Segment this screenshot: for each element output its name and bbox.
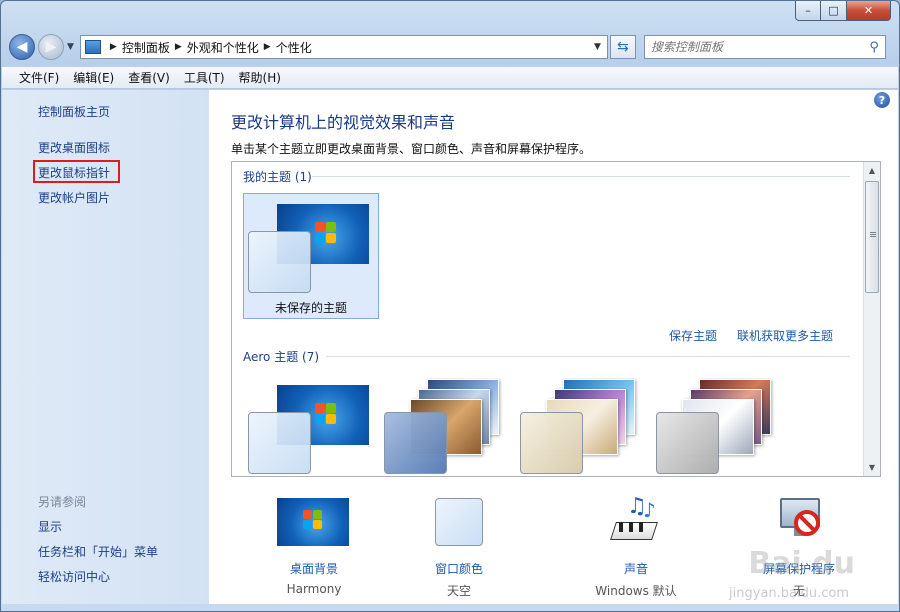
sound-icon: ♫ ♪	[609, 494, 665, 548]
sidebar-change-account-picture[interactable]: 更改帐户图片	[38, 189, 110, 206]
window-color-swatch	[248, 412, 311, 474]
refresh-button[interactable]: ⇆	[609, 35, 636, 59]
windows-logo-icon	[315, 222, 337, 244]
theme-aero-characters[interactable]	[515, 374, 641, 476]
help-icon[interactable]: ?	[874, 92, 890, 108]
unsaved-theme-label: 未保存的主题	[274, 301, 347, 315]
window-color-label[interactable]: 窗口颜色	[394, 560, 524, 577]
menu-edit[interactable]: 编辑(E)	[66, 69, 121, 86]
scroll-up-icon[interactable]: ▲	[864, 162, 880, 179]
search-box[interactable]: ⚲	[643, 35, 886, 59]
refresh-icon: ⇆	[617, 39, 629, 55]
see-also-heading: 另请参阅	[38, 495, 87, 509]
windows-logo-icon	[315, 403, 337, 425]
menu-tools[interactable]: 工具(T)	[177, 69, 232, 86]
page-title: 更改计算机上的视觉效果和声音	[231, 113, 456, 132]
sidebar-control-panel-home[interactable]: 控制面板主页	[38, 103, 110, 120]
theme-list[interactable]: 我的主题 (1) 未保存的主题 保存主题 联机获取更多主题 Aero 主题 (7…	[231, 161, 881, 477]
maximize-button[interactable]: □	[821, 1, 847, 21]
chevron-right-icon[interactable]: ▶	[110, 42, 117, 52]
page-description: 单击某个主题立即更改桌面背景、窗口颜色、声音和屏幕保护程序。	[231, 142, 592, 156]
get-more-themes-link[interactable]: 联机获取更多主题	[737, 327, 833, 344]
sidebar-taskbar-start-menu[interactable]: 任务栏和「开始」菜单	[38, 543, 158, 560]
theme-unsaved[interactable]: 未保存的主题	[243, 193, 379, 319]
close-button[interactable]: ✕	[847, 1, 891, 21]
search-icon[interactable]: ⚲	[869, 40, 879, 55]
window-color-swatch	[384, 412, 447, 474]
back-button[interactable]: ◀	[9, 34, 35, 60]
sidebar-display[interactable]: 显示	[38, 518, 62, 535]
menu-file[interactable]: 文件(F)	[12, 69, 66, 86]
window-color-swatch	[656, 412, 719, 474]
breadcrumb-control-panel[interactable]: 控制面板	[122, 39, 170, 56]
aero-themes-heading: Aero 主题 (7)	[243, 350, 320, 364]
menu-help[interactable]: 帮助(H)	[232, 69, 288, 86]
caption-buttons: – □ ✕	[795, 1, 891, 21]
address-bar[interactable]: ▶ 控制面板 ▶ 外观和个性化 ▶ 个性化 ▼	[79, 35, 608, 59]
forward-button[interactable]: ▶	[38, 34, 64, 60]
window-color-value: 天空	[446, 584, 471, 598]
desktop-background-value: Harmony	[286, 582, 342, 596]
save-theme-link[interactable]: 保存主题	[669, 327, 717, 344]
theme-aero-landscapes[interactable]	[651, 374, 777, 476]
divider	[312, 176, 850, 177]
chevron-right-icon[interactable]: ▶	[175, 42, 182, 52]
desktop-background-icon	[277, 498, 349, 546]
address-dropdown-icon[interactable]: ▼	[588, 42, 607, 52]
highlight-box	[33, 160, 120, 183]
sidebar-ease-of-access[interactable]: 轻松访问中心	[38, 568, 110, 585]
baidu-watermark-url: jingyan.baidu.com	[729, 586, 849, 601]
control-panel-icon	[84, 40, 101, 54]
divider	[326, 356, 850, 357]
window-color-icon	[435, 498, 483, 546]
window-color-swatch	[248, 231, 311, 293]
menu-view[interactable]: 查看(V)	[121, 69, 177, 86]
sound-value: Windows 默认	[595, 584, 677, 598]
scroll-down-icon[interactable]: ▼	[864, 459, 880, 476]
control-panel-window: – □ ✕ ◀ ▶ ▼ ▶ 控制面板 ▶ 外观和个性化 ▶ 个性化 ▼ ⇆ ⚲ …	[0, 0, 900, 612]
menu-bar: 文件(F) 编辑(E) 查看(V) 工具(T) 帮助(H)	[2, 67, 898, 89]
desktop-background-label[interactable]: 桌面背景	[249, 560, 379, 577]
window-color-swatch	[520, 412, 583, 474]
windows-logo-icon	[303, 510, 323, 530]
main-content: ? 更改计算机上的视觉效果和声音 单击某个主题立即更改桌面背景、窗口颜色、声音和…	[209, 90, 898, 604]
theme-list-scrollbar[interactable]: ▲ ▼	[863, 162, 880, 476]
scrollbar-thumb[interactable]	[865, 181, 879, 293]
sound-label[interactable]: 声音	[571, 560, 701, 577]
sidebar-change-desktop-icons[interactable]: 更改桌面图标	[38, 139, 110, 156]
theme-aero-windows7[interactable]	[243, 374, 369, 476]
baidu-watermark: Bai du	[748, 546, 855, 581]
search-input[interactable]	[650, 40, 870, 54]
recent-pages-dropdown[interactable]: ▼	[67, 42, 74, 52]
sidebar: 控制面板主页 更改桌面图标 更改鼠标指针 更改帐户图片 另请参阅 显示 任务栏和…	[2, 90, 209, 604]
breadcrumb-appearance[interactable]: 外观和个性化	[187, 39, 259, 56]
theme-aero-architecture[interactable]	[379, 374, 505, 476]
breadcrumb-personalization[interactable]: 个性化	[276, 39, 312, 56]
minimize-button[interactable]: –	[795, 1, 821, 21]
navigation-bar: ◀ ▶ ▼ ▶ 控制面板 ▶ 外观和个性化 ▶ 个性化 ▼ ⇆ ⚲	[9, 31, 893, 63]
screensaver-icon	[774, 498, 826, 548]
my-themes-heading: 我的主题 (1)	[243, 170, 312, 184]
chevron-right-icon[interactable]: ▶	[264, 42, 271, 52]
